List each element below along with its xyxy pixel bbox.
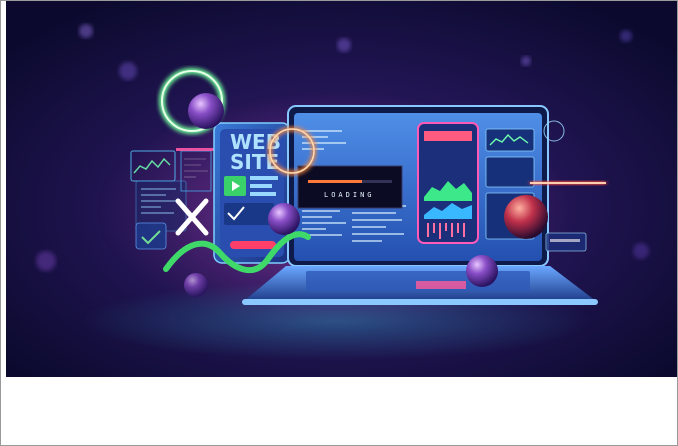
sphere-bottom-left <box>184 273 208 297</box>
image-frame: WEB SITE LOADING <box>0 0 678 446</box>
sphere-top-left <box>188 93 224 129</box>
loading-text: LOADING <box>324 191 375 199</box>
caption-area <box>6 377 677 445</box>
sphere-phone <box>268 203 300 235</box>
sphere-red-right <box>504 195 548 239</box>
loading-progress-fill <box>308 180 362 183</box>
laptop-base <box>242 266 598 305</box>
web-development-illustration: WEB SITE LOADING <box>6 1 677 377</box>
light-beam-right-core <box>530 182 606 184</box>
loading-panel: LOADING <box>297 165 403 209</box>
sphere-keyboard <box>466 255 498 287</box>
